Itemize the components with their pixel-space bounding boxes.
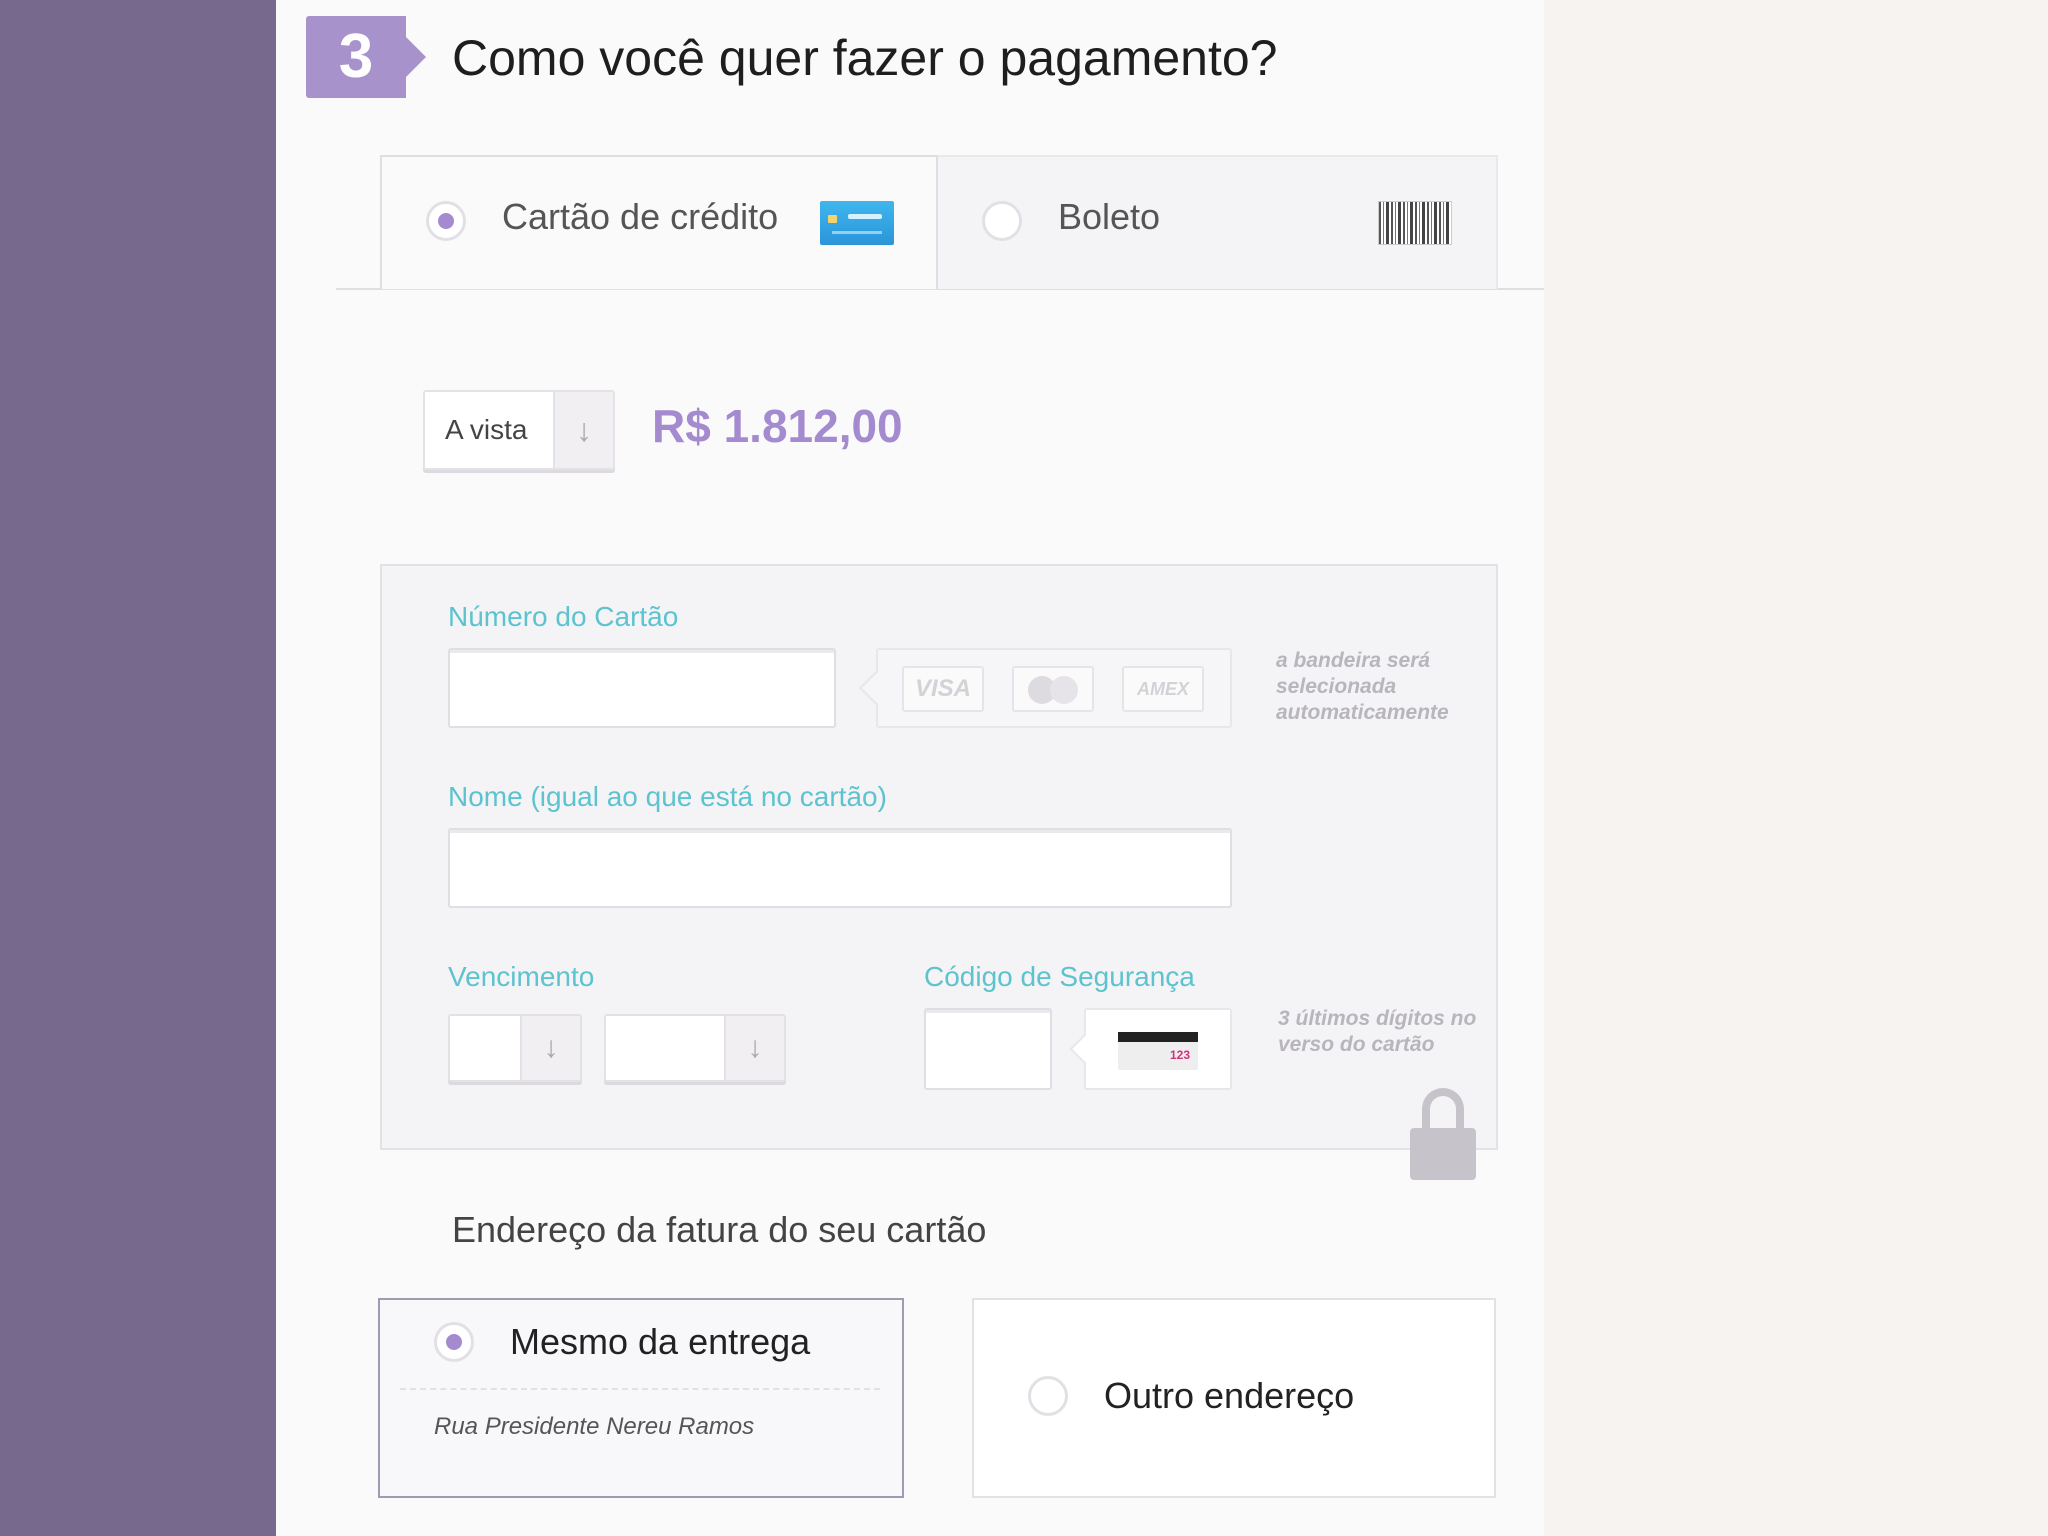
same-address-label: Mesmo da entrega [510, 1321, 811, 1362]
visa-icon: VISA [902, 666, 984, 712]
other-address-label: Outro endereço [1104, 1375, 1355, 1416]
billing-other-address[interactable]: Outro endereço [972, 1298, 1496, 1498]
left-sidebar-band [0, 0, 276, 1536]
billing-same-as-delivery[interactable]: Mesmo da entrega Rua Presidente Nereu Ra… [378, 1298, 904, 1498]
card-back-icon: 123 [1118, 1032, 1198, 1070]
expiry-label: Vencimento [448, 961, 595, 992]
expiry-year-select[interactable]: ↓ [604, 1014, 786, 1082]
expiry-month-select[interactable]: ↓ [448, 1014, 582, 1082]
billing-address-title: Endereço da fatura do seu cartão [452, 1209, 987, 1250]
card-number-label: Número do Cartão [448, 601, 679, 632]
credit-card-icon [820, 201, 894, 245]
mastercard-icon [1012, 666, 1094, 712]
other-address-radio[interactable] [1028, 1376, 1068, 1416]
credit-card-radio[interactable] [426, 201, 466, 241]
cardholder-name-input[interactable] [448, 828, 1232, 908]
same-address-radio[interactable] [434, 1322, 474, 1362]
tab-credit-card[interactable]: Cartão de crédito [380, 155, 938, 289]
divider [400, 1388, 880, 1390]
security-code-label: Código de Segurança [924, 961, 1195, 992]
boleto-radio[interactable] [982, 201, 1022, 241]
delivery-street: Rua Presidente Nereu Ramos [434, 1413, 755, 1440]
security-hint: 3 últimos dígitos no verso do cartão [1278, 1007, 1477, 1056]
chevron-down-icon: ↓ [724, 1016, 784, 1080]
barcode-icon [1378, 201, 1452, 245]
cardholder-name-label: Nome (igual ao que está no cartão) [448, 781, 887, 812]
credit-card-form: Número do Cartão VISA AMEX a bandeira se… [380, 564, 1498, 1150]
credit-card-label: Cartão de crédito [502, 196, 779, 237]
installments-value: A vista [445, 414, 528, 445]
lock-icon [1408, 1088, 1478, 1180]
amex-icon: AMEX [1122, 666, 1204, 712]
brand-hint: a bandeira será selecionada automaticame… [1276, 649, 1449, 724]
tab-boleto[interactable]: Boleto [938, 155, 1498, 289]
boleto-label: Boleto [1058, 196, 1161, 237]
installments-select[interactable]: A vista ↓ [423, 390, 615, 470]
cvv-sample: 123 [1169, 1048, 1190, 1062]
step-number-badge: 3 [306, 16, 426, 98]
step-title: Como você quer fazer o pagamento? [452, 30, 1278, 86]
cvv-illustration: 123 [1084, 1008, 1232, 1090]
card-number-input[interactable] [448, 648, 836, 728]
chevron-down-icon: ↓ [553, 392, 613, 468]
total-price: R$ 1.812,00 [652, 400, 903, 452]
card-brand-selector: VISA AMEX [876, 648, 1232, 728]
chevron-down-icon: ↓ [520, 1016, 580, 1080]
security-code-input[interactable] [924, 1008, 1052, 1090]
